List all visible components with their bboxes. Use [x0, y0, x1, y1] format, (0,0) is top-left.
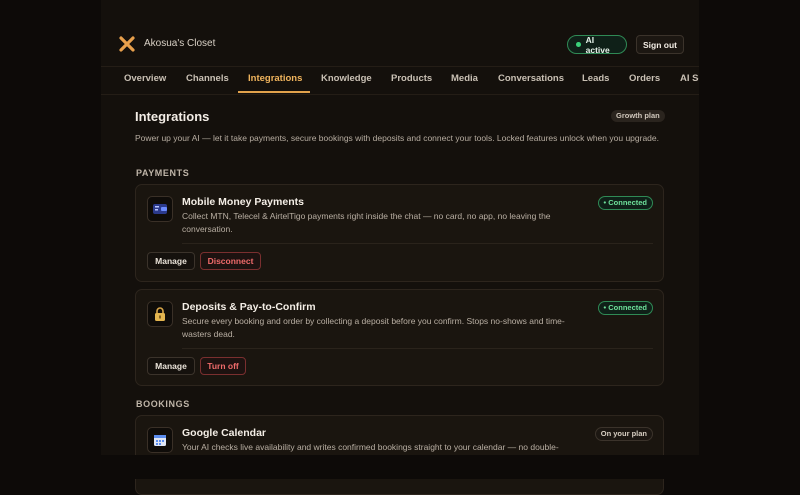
plan-badge: Growth plan [611, 110, 665, 122]
manage-button[interactable]: Manage [147, 252, 195, 270]
card-title: Deposits & Pay-to-Confirm [182, 301, 316, 313]
integration-card-deposits: Deposits & Pay-to-Confirm Secure every b… [135, 289, 664, 386]
card-description: Your AI checks live availability and wri… [182, 442, 559, 452]
disconnect-button[interactable]: Disconnect [200, 252, 261, 270]
tab-overview[interactable]: Overview [124, 67, 166, 93]
tab-products[interactable]: Products [391, 67, 432, 93]
calendar-icon [147, 427, 173, 453]
top-bar: Akosua's Closet AI active Sign out [101, 0, 699, 66]
active-tab-indicator [238, 91, 310, 93]
card-divider [182, 243, 653, 244]
status-badge: • Connected [597, 301, 653, 315]
page-title: Integrations [135, 109, 210, 124]
main-tabs: Overview Channels Integrations Knowledge… [101, 66, 699, 95]
lock-icon [147, 301, 173, 327]
card-divider [182, 348, 653, 349]
card-description: Secure every booking and order by collec… [182, 316, 565, 339]
turn-off-button[interactable]: Turn off [200, 357, 246, 375]
tab-media[interactable]: Media [451, 67, 478, 93]
bottom-viewport-edge [0, 455, 800, 479]
ai-status-badge[interactable]: AI active [567, 34, 627, 55]
card-title: Mobile Money Payments [182, 196, 304, 208]
integration-card-mobile-money: Mobile Money Payments Collect MTN, Telec… [135, 184, 664, 282]
tab-integrations[interactable]: Integrations [248, 67, 302, 93]
tab-ai-settings[interactable]: AI Se [680, 67, 699, 93]
card-description: Collect MTN, Telecel & AirtelTigo paymen… [182, 211, 551, 234]
tab-channels[interactable]: Channels [186, 67, 229, 93]
section-bookings: BOOKINGS [136, 399, 190, 409]
tab-knowledge[interactable]: Knowledge [321, 67, 372, 93]
business-name: Akosua's Closet [144, 38, 216, 49]
ai-status-label: AI active [585, 34, 610, 55]
plan-status-badge: On your plan [594, 427, 653, 441]
status-dot-icon [576, 42, 581, 47]
status-badge: • Connected [597, 196, 653, 210]
manage-button[interactable]: Manage [147, 357, 195, 375]
tab-conversations[interactable]: Conversations [498, 67, 564, 93]
logo-x-icon [119, 36, 135, 52]
wallet-icon [147, 196, 173, 222]
page-intro: Power up your AI — let it take payments,… [135, 133, 659, 143]
app-shell: Akosua's Closet AI active Sign out Overv… [101, 0, 699, 495]
tab-leads[interactable]: Leads [582, 67, 609, 93]
card-title: Google Calendar [182, 427, 267, 439]
sign-out-button[interactable]: Sign out [636, 35, 684, 54]
section-payments: PAYMENTS [136, 168, 190, 178]
tab-orders[interactable]: Orders [629, 67, 660, 93]
